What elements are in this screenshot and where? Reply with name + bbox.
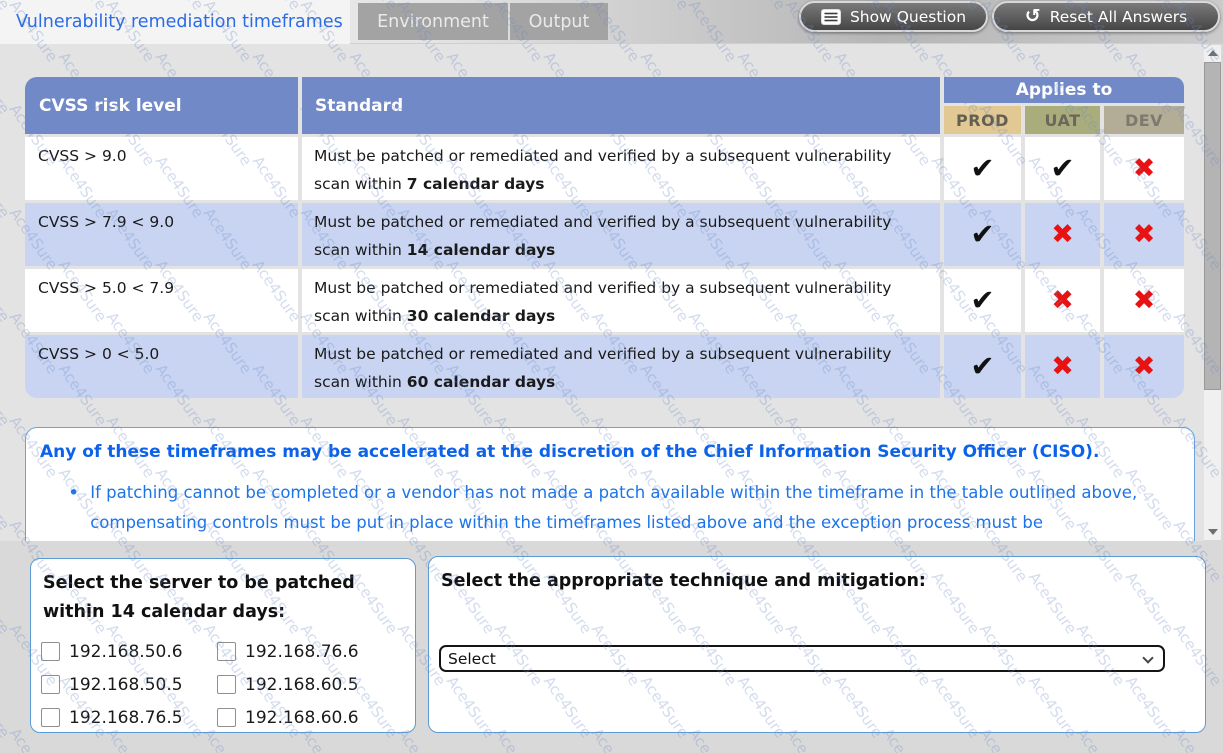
server-option: 192.168.76.6 [217,642,393,662]
server-ip-label: 192.168.76.6 [245,642,359,662]
cvss-level-cell: CVSS > 7.9 < 9.0 [25,203,298,266]
server-ip-label: 192.168.60.6 [245,708,359,728]
dev-mark-cell: ✖ [1104,137,1184,200]
scroll-up-button[interactable] [1204,45,1221,61]
standard-text: Must be patched or remediated and verifi… [314,345,891,391]
bullet-dot [68,478,90,538]
note-bullet-line: If patching cannot be completed or a ven… [68,478,1176,538]
dev-mark-cell: ✖ [1104,335,1184,398]
standard-days-bold: 14 calendar days [407,241,555,259]
server-checkbox[interactable] [217,675,236,694]
server-selection-title: Select the server to be patched within 1… [43,569,388,627]
server-checkbox[interactable] [41,675,60,694]
question-list-icon [821,9,841,25]
question-scroll-area: CVSS risk level Standard Applies to PROD… [0,44,1204,541]
answer-panel: Select the server to be patched within 1… [0,541,1223,753]
standard-text: Must be patched or remediated and verifi… [314,147,891,193]
technique-selection-title: Select the appropriate technique and mit… [441,567,1193,596]
x-icon: ✖ [1133,155,1156,182]
check-icon: ✔ [1050,154,1074,183]
server-checkbox[interactable] [217,708,236,727]
reset-undo-icon: ↺ [1025,7,1041,26]
server-ip-label: 192.168.50.5 [69,675,183,695]
header-cvss-risk-level: CVSS risk level [25,77,298,134]
tab-vulnerability-remediation-timeframes[interactable]: Vulnerability remediation timeframes [0,0,350,44]
server-ip-label: 192.168.50.6 [69,642,183,662]
server-option: 192.168.60.5 [217,675,393,695]
ciso-note-box: Any of these timeframes may be accelerat… [25,427,1195,541]
server-option: 192.168.76.5 [41,708,217,728]
technique-selection-box: Select the appropriate technique and mit… [428,556,1206,733]
server-checkbox[interactable] [41,642,60,661]
standard-text: Must be patched or remediated and verifi… [314,213,891,259]
header-env-uat: UAT [1025,106,1100,134]
arrow-down-icon [1208,529,1218,535]
header-env-dev: DEV [1104,106,1184,134]
dev-mark-cell: ✖ [1104,203,1184,266]
scrollbar-thumb[interactable] [1204,62,1221,390]
prod-mark-cell: ✔ [944,137,1021,200]
server-ip-label: 192.168.60.5 [245,675,359,695]
show-question-label: Show Question [850,8,966,26]
tab-output[interactable]: Output [510,3,608,40]
arrow-up-icon [1208,50,1218,56]
scroll-down-button[interactable] [1204,524,1221,540]
note-bullet-text: If patching cannot be completed or a ven… [90,478,1176,538]
uat-mark-cell: ✖ [1025,269,1100,332]
standard-cell: Must be patched or remediated and verifi… [302,269,940,332]
prod-mark-cell: ✔ [944,203,1021,266]
standard-cell: Must be patched or remediated and verifi… [302,203,940,266]
uat-mark-cell: ✖ [1025,203,1100,266]
reset-all-answers-label: Reset All Answers [1050,8,1188,26]
show-question-button[interactable]: Show Question [799,1,988,32]
uat-mark-cell: ✔ [1025,137,1100,200]
x-icon: ✖ [1133,287,1156,314]
reset-all-answers-button[interactable]: ↺ Reset All Answers [992,1,1220,32]
prod-mark-cell: ✔ [944,269,1021,332]
tab-environment[interactable]: Environment [358,3,508,40]
check-icon: ✔ [970,352,994,381]
tab-bar: Vulnerability remediation timeframes Env… [0,0,1223,44]
server-ip-label: 192.168.76.5 [69,708,183,728]
server-checkbox-grid: 192.168.50.6 192.168.76.6 192.168.50.5 192.… [41,635,415,734]
standard-text: Must be patched or remediated and verifi… [314,279,891,325]
x-icon: ✖ [1051,287,1074,314]
server-checkbox[interactable] [217,642,236,661]
note-heading: Any of these timeframes may be accelerat… [40,442,1180,462]
server-option: 192.168.50.6 [41,642,217,662]
uat-mark-cell: ✖ [1025,335,1100,398]
server-checkbox[interactable] [41,708,60,727]
header-standard: Standard [302,77,940,134]
standard-days-bold: 7 calendar days [407,175,545,193]
server-option: 192.168.50.5 [41,675,217,695]
standard-days-bold: 30 calendar days [407,307,555,325]
standard-cell: Must be patched or remediated and verifi… [302,335,940,398]
prod-mark-cell: ✔ [944,335,1021,398]
remediation-table: CVSS risk level Standard Applies to PROD… [25,77,1184,398]
check-icon: ✔ [970,286,994,315]
check-icon: ✔ [970,220,994,249]
check-icon: ✔ [970,154,994,183]
vertical-scrollbar[interactable] [1204,45,1221,540]
header-applies-to: Applies to [944,77,1184,103]
chevron-down-icon [1142,652,1153,663]
technique-select-dropdown[interactable]: Select [439,645,1165,672]
standard-cell: Must be patched or remediated and verifi… [302,137,940,200]
x-icon: ✖ [1051,221,1074,248]
dev-mark-cell: ✖ [1104,269,1184,332]
cvss-level-cell: CVSS > 5.0 < 7.9 [25,269,298,332]
server-option: 192.168.60.6 [217,708,393,728]
x-icon: ✖ [1133,353,1156,380]
server-selection-box: Select the server to be patched within 1… [30,558,416,733]
header-env-prod: PROD [944,106,1021,134]
x-icon: ✖ [1051,353,1074,380]
cvss-level-cell: CVSS > 0 < 5.0 [25,335,298,398]
select-current-value: Select [448,650,496,668]
x-icon: ✖ [1133,221,1156,248]
standard-days-bold: 60 calendar days [407,373,555,391]
cvss-level-cell: CVSS > 9.0 [25,137,298,200]
